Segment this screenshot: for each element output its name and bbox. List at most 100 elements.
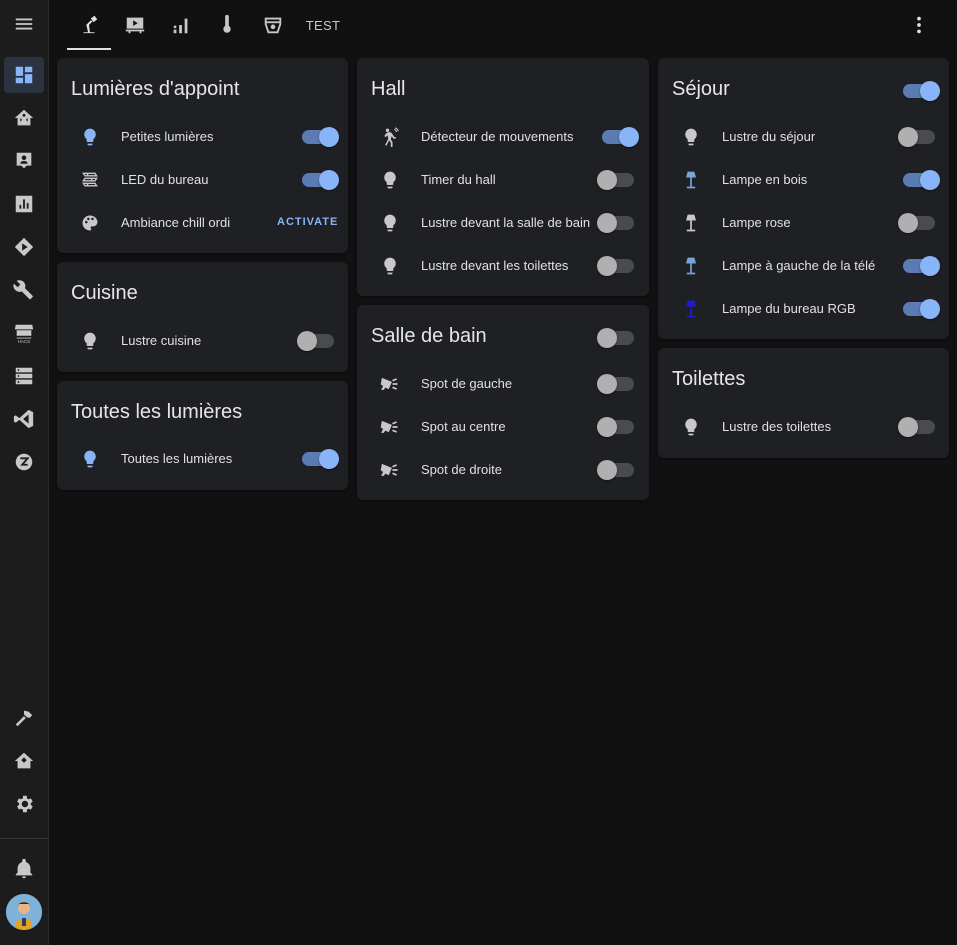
entity-row[interactable]: Lustre devant les toilettes <box>357 244 649 287</box>
led-strip-icon[interactable] <box>79 169 101 191</box>
entity-row[interactable]: Lustre cuisine <box>57 319 348 362</box>
entity-label: Lustre des toilettes <box>722 419 832 434</box>
entity-label: Lampe du bureau RGB <box>722 301 856 316</box>
entity-row[interactable]: Ambiance chill ordi ACTIVATE <box>57 201 348 244</box>
sidebar-item-home-automation[interactable] <box>4 743 44 779</box>
tab-test-label: TEST <box>305 17 341 33</box>
sidebar-item-account[interactable] <box>4 143 44 179</box>
toggle-switch[interactable] <box>302 127 339 147</box>
sidebar-item-node-red[interactable] <box>4 229 44 265</box>
entity-row[interactable]: LED du bureau <box>57 158 348 201</box>
entity-label: Petites lumières <box>121 129 214 144</box>
toggle-switch[interactable] <box>597 417 634 437</box>
tab-media[interactable] <box>113 0 157 50</box>
toggle-switch[interactable] <box>898 127 935 147</box>
sidebar-item-overview[interactable] <box>4 57 44 93</box>
toggle-switch[interactable] <box>898 417 935 437</box>
tab-climate[interactable] <box>205 0 249 50</box>
projector-screen-icon <box>125 17 145 34</box>
entity-row[interactable]: Spot de droite <box>357 448 649 491</box>
palette-icon[interactable] <box>79 212 101 234</box>
bulb-icon[interactable] <box>79 448 101 470</box>
entity-row[interactable]: Lustre des toilettes <box>658 405 949 448</box>
menu-icon[interactable] <box>4 6 44 42</box>
toggle-switch[interactable] <box>297 331 334 351</box>
overflow-menu-button[interactable] <box>901 0 937 50</box>
sidebar-item-tools[interactable] <box>4 272 44 308</box>
toggle-switch[interactable] <box>903 170 940 190</box>
floor-lamp-icon[interactable] <box>680 169 702 191</box>
entity-row[interactable]: Spot au centre <box>357 405 649 448</box>
activate-button[interactable]: ACTIVATE <box>277 216 338 228</box>
bulb-icon[interactable] <box>680 126 702 148</box>
motion-sensor-icon[interactable] <box>379 126 401 148</box>
bulb-icon[interactable] <box>79 330 101 352</box>
header-toggle-switch[interactable] <box>903 81 940 101</box>
bulb-icon[interactable] <box>79 126 101 148</box>
spotlight-icon[interactable] <box>379 373 401 395</box>
floor-lamp-icon[interactable] <box>680 298 702 320</box>
spotlight-icon[interactable] <box>379 416 401 438</box>
bulb-icon[interactable] <box>379 169 401 191</box>
hammer-icon <box>15 710 33 727</box>
entity-row[interactable]: Timer du hall <box>357 158 649 201</box>
sidebar-item-server[interactable] <box>4 358 44 394</box>
entity-row[interactable]: Petites lumières <box>57 115 348 158</box>
toggle-switch[interactable] <box>602 127 639 147</box>
toggle-switch[interactable] <box>597 374 634 394</box>
toggle-switch[interactable] <box>903 299 940 319</box>
dashboard-icon <box>15 66 33 84</box>
toggle-switch[interactable] <box>903 256 940 276</box>
home-automation-icon <box>14 752 34 769</box>
tab-test[interactable]: TEST <box>299 0 347 50</box>
entity-row[interactable]: Lampe à gauche de la télé <box>658 244 949 287</box>
bulb-icon[interactable] <box>379 212 401 234</box>
entity-row[interactable]: Toutes les lumières <box>57 437 348 480</box>
bulb-icon[interactable] <box>379 255 401 277</box>
entity-label: LED du bureau <box>121 172 209 187</box>
toggle-switch[interactable] <box>597 170 634 190</box>
toggle-switch[interactable] <box>597 460 634 480</box>
toggle-switch[interactable] <box>898 213 935 233</box>
toggle-switch[interactable] <box>597 256 634 276</box>
entity-label: Spot au centre <box>421 419 506 434</box>
sidebar-item-notifications[interactable] <box>4 851 44 887</box>
sidebar-item-home-assistant[interactable] <box>4 100 44 136</box>
card-title: Salle de bain <box>371 325 487 347</box>
toggle-switch[interactable] <box>597 213 634 233</box>
tab-lighting[interactable] <box>67 0 111 50</box>
entity-row[interactable]: Lustre du séjour <box>658 115 949 158</box>
card-hall: Hall Détecteur de mouvements Timer du ha… <box>357 58 649 296</box>
sidebar-item-history[interactable] <box>4 186 44 222</box>
entity-label: Lampe rose <box>722 215 791 230</box>
entity-row[interactable]: Lampe en bois <box>658 158 949 201</box>
tab-stats[interactable] <box>159 0 203 50</box>
entity-label: Ambiance chill ordi <box>121 215 231 230</box>
sidebar-item-vscode[interactable] <box>4 401 44 437</box>
sidebar-item-zwave[interactable] <box>4 444 44 480</box>
sidebar-item-settings[interactable] <box>4 786 44 822</box>
bulb-icon[interactable] <box>680 416 702 438</box>
spotlight-icon[interactable] <box>379 459 401 481</box>
toggle-switch[interactable] <box>302 170 339 190</box>
entity-row[interactable]: Spot de gauche <box>357 362 649 405</box>
gear-icon <box>17 795 33 813</box>
floor-lamp-icon[interactable] <box>680 212 702 234</box>
dots-vertical-icon <box>917 16 921 34</box>
card-toilettes: Toilettes Lustre des toilettes <box>658 348 949 458</box>
tab-vacuum[interactable] <box>251 0 295 50</box>
entity-label: Lustre cuisine <box>121 333 202 348</box>
entity-row[interactable]: Lustre devant la salle de bain <box>357 201 649 244</box>
card-title: Toutes les lumières <box>71 401 243 423</box>
sidebar-item-hacs[interactable]: HACS <box>4 315 44 351</box>
floor-lamp-icon[interactable] <box>680 255 702 277</box>
header-toggle-switch[interactable] <box>597 328 634 348</box>
toggle-switch[interactable] <box>302 449 339 469</box>
entity-row[interactable]: Détecteur de mouvements <box>357 115 649 158</box>
card-lumieres-appoint: Lumières d'appoint Petites lumières LED … <box>57 58 348 253</box>
sidebar-item-developer-tools[interactable] <box>4 700 44 736</box>
entity-row[interactable]: Lampe du bureau RGB <box>658 287 949 330</box>
entity-row[interactable]: Lampe rose <box>658 201 949 244</box>
top-bar: TEST <box>49 0 957 50</box>
avatar[interactable] <box>6 894 42 930</box>
